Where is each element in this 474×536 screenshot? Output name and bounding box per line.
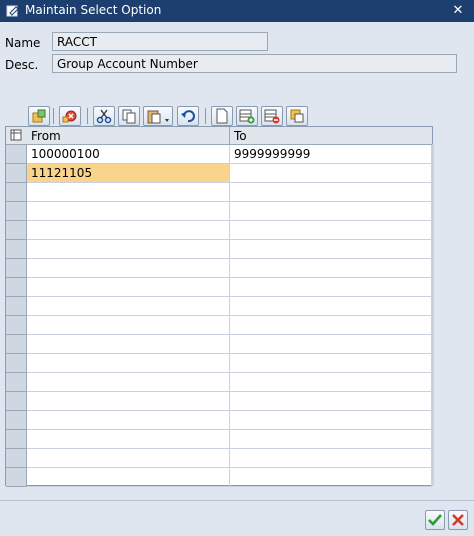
insert-row-button[interactable] xyxy=(236,106,258,126)
row-selector[interactable] xyxy=(6,449,27,468)
from-cell[interactable] xyxy=(27,411,230,430)
from-cell[interactable]: 100000100 xyxy=(27,145,230,164)
row-selector[interactable] xyxy=(6,202,27,221)
cut-icon xyxy=(96,109,112,124)
row-selector[interactable] xyxy=(6,164,27,183)
to-cell[interactable] xyxy=(230,335,432,354)
table-scrollbar[interactable] xyxy=(432,144,434,486)
from-cell[interactable] xyxy=(27,221,230,240)
from-cell[interactable] xyxy=(27,240,230,259)
to-cell[interactable] xyxy=(230,278,432,297)
window-title: Maintain Select Option xyxy=(25,3,162,17)
close-icon[interactable]: ✕ xyxy=(450,3,466,19)
cut-button[interactable] xyxy=(93,106,115,126)
row-selector[interactable] xyxy=(6,316,27,335)
to-cell[interactable] xyxy=(230,259,432,278)
delete-row-icon xyxy=(264,109,280,124)
delete-row-button[interactable] xyxy=(261,106,283,126)
row-selector[interactable] xyxy=(6,278,27,297)
row-selector[interactable] xyxy=(6,430,27,449)
from-cell[interactable] xyxy=(27,278,230,297)
undo-icon xyxy=(181,110,195,123)
row-selector[interactable] xyxy=(6,392,27,411)
row-selector[interactable] xyxy=(6,297,27,316)
select-options-table: From To 100000100 9999999999 11121105 xyxy=(5,126,433,487)
description-field: Group Account Number xyxy=(52,54,457,73)
to-column-header[interactable]: To xyxy=(230,127,432,145)
checkmark-icon xyxy=(428,514,442,526)
copy-button[interactable] xyxy=(118,106,140,126)
row-selector[interactable] xyxy=(6,183,27,202)
dialog-body: Name RACCT Desc. Group Account Number Fr… xyxy=(0,22,474,536)
new-entry-icon xyxy=(216,108,228,124)
row-selector[interactable] xyxy=(6,373,27,392)
cancel-button[interactable] xyxy=(448,510,468,530)
to-cell[interactable] xyxy=(230,316,432,335)
row-selector[interactable] xyxy=(6,221,27,240)
ok-button[interactable] xyxy=(425,510,445,530)
delete-selection-button[interactable] xyxy=(59,106,81,126)
from-cell[interactable] xyxy=(27,392,230,411)
to-cell[interactable] xyxy=(230,240,432,259)
table-settings-icon xyxy=(10,129,22,141)
row-selector[interactable] xyxy=(6,468,27,487)
to-cell[interactable] xyxy=(230,468,432,487)
copy-row-icon xyxy=(290,109,304,123)
to-cell[interactable] xyxy=(230,202,432,221)
window-app-icon xyxy=(6,5,19,17)
from-cell[interactable] xyxy=(27,183,230,202)
cancel-icon xyxy=(452,514,464,526)
insert-row-icon xyxy=(239,109,255,124)
to-cell[interactable]: 9999999999 xyxy=(230,145,432,164)
row-selector[interactable] xyxy=(6,259,27,278)
to-cell[interactable] xyxy=(230,373,432,392)
to-cell[interactable] xyxy=(230,221,432,240)
new-entry-button[interactable] xyxy=(211,106,233,126)
to-cell[interactable] xyxy=(230,449,432,468)
name-field: RACCT xyxy=(52,32,268,51)
paste-icon xyxy=(147,110,169,124)
name-label: Name xyxy=(5,36,41,50)
from-cell[interactable] xyxy=(27,335,230,354)
from-cell[interactable] xyxy=(27,259,230,278)
row-selector[interactable] xyxy=(6,240,27,259)
copy-row-button[interactable] xyxy=(286,106,308,126)
select-all-column-header[interactable] xyxy=(6,127,27,145)
copy-icon xyxy=(122,109,136,124)
multiple-selection-icon xyxy=(32,109,46,123)
from-cell[interactable] xyxy=(27,354,230,373)
to-cell[interactable] xyxy=(230,183,432,202)
from-cell[interactable] xyxy=(27,297,230,316)
row-selector[interactable] xyxy=(6,411,27,430)
desc-label: Desc. xyxy=(5,58,39,72)
paste-button[interactable] xyxy=(143,106,173,126)
from-cell[interactable] xyxy=(27,468,230,487)
from-cell[interactable] xyxy=(27,449,230,468)
to-cell[interactable] xyxy=(230,164,432,183)
from-column-header[interactable]: From xyxy=(27,127,230,145)
from-cell[interactable] xyxy=(27,202,230,221)
row-selector[interactable] xyxy=(6,335,27,354)
undo-button[interactable] xyxy=(177,106,199,126)
row-selector[interactable] xyxy=(6,354,27,373)
from-cell[interactable]: 11121105 xyxy=(27,164,230,183)
window-titlebar: Maintain Select Option ✕ xyxy=(0,0,474,22)
to-cell[interactable] xyxy=(230,297,432,316)
to-cell[interactable] xyxy=(230,430,432,449)
to-cell[interactable] xyxy=(230,354,432,373)
row-selector[interactable] xyxy=(6,145,27,164)
from-cell[interactable] xyxy=(27,373,230,392)
from-cell[interactable] xyxy=(27,430,230,449)
delete-selection-icon xyxy=(62,110,77,123)
from-cell[interactable] xyxy=(27,316,230,335)
to-cell[interactable] xyxy=(230,392,432,411)
multiple-selection-button[interactable] xyxy=(28,106,50,126)
to-cell[interactable] xyxy=(230,411,432,430)
